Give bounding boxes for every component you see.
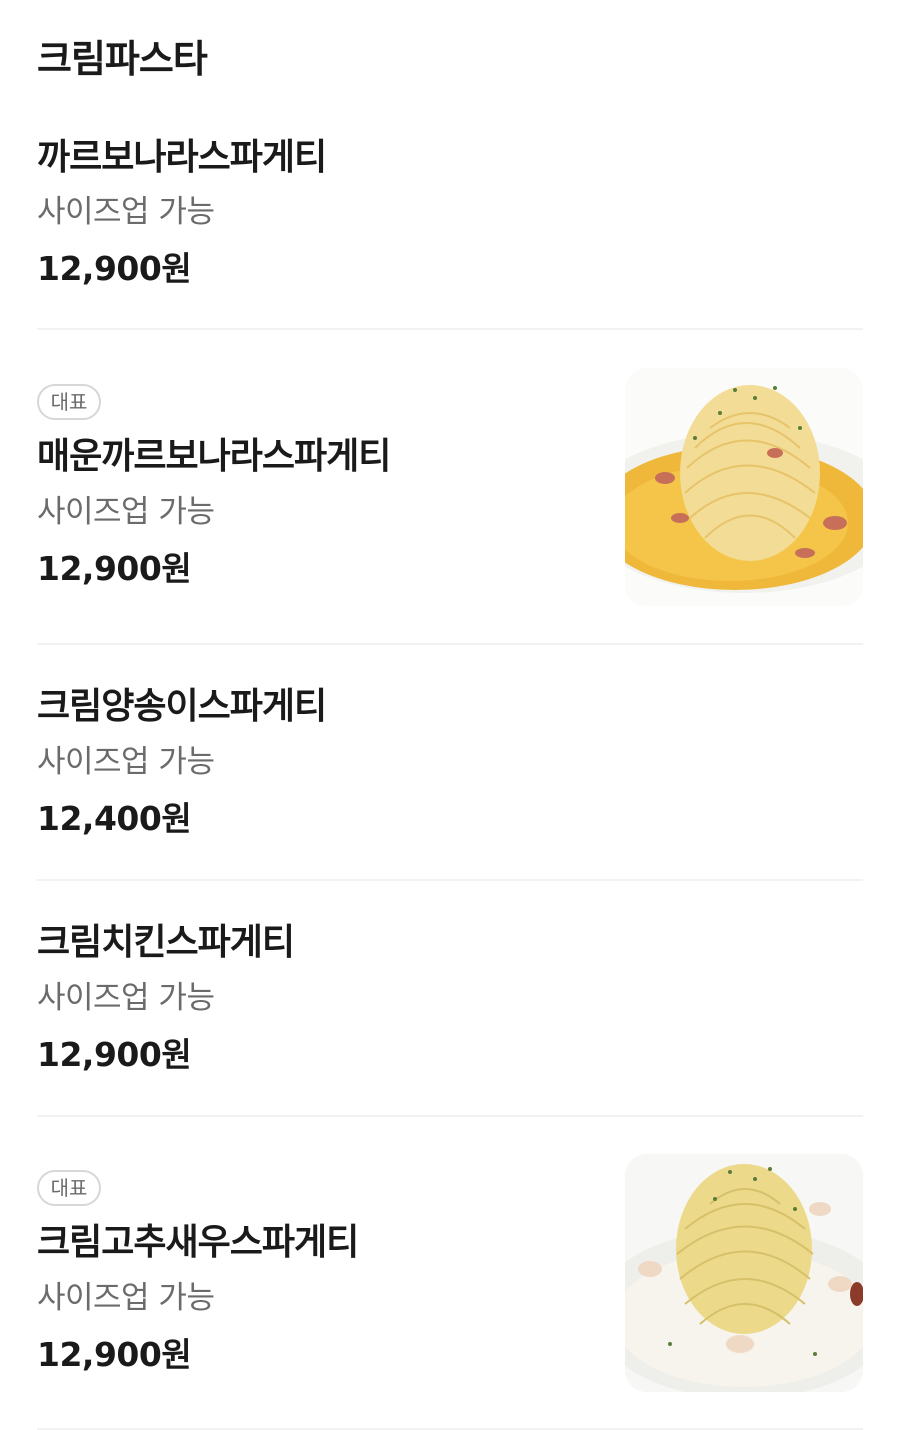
menu-item-price: 12,900원 — [37, 1035, 192, 1074]
menu-item[interactable]: 대표 매운까르보나라스파게티 사이즈업 가능 12,900원 — [37, 330, 863, 645]
menu-item-name: 크림치킨스파게티 — [37, 922, 295, 963]
menu-item-price: 12,900원 — [37, 1335, 192, 1374]
menu-item-photo[interactable] — [625, 368, 863, 606]
menu-item-price: 12,400원 — [37, 799, 192, 838]
cream-shrimp-pasta-photo-icon — [625, 1154, 863, 1392]
menu-item-name: 까르보나라스파게티 — [37, 137, 327, 178]
menu-item-photo[interactable] — [625, 1154, 863, 1392]
menu-item-name: 크림고추새우스파게티 — [37, 1222, 359, 1263]
menu-category-page: 크림파스타 까르보나라스파게티 사이즈업 가능 12,900원 대표 매운까르보… — [0, 0, 900, 1430]
signature-badge: 대표 — [37, 384, 101, 420]
menu-item-description: 사이즈업 가능 — [37, 194, 215, 230]
menu-item[interactable]: 대표 크림고추새우스파게티 사이즈업 가능 12,900원 — [37, 1117, 863, 1430]
category-title: 크림파스타 — [37, 37, 208, 81]
menu-item[interactable]: 크림양송이스파게티 사이즈업 가능 12,400원 — [37, 645, 863, 881]
signature-badge: 대표 — [37, 1170, 101, 1206]
menu-item[interactable]: 크림치킨스파게티 사이즈업 가능 12,900원 — [37, 881, 863, 1117]
spicy-carbonara-photo-icon — [625, 368, 863, 606]
menu-item-description: 사이즈업 가능 — [37, 980, 215, 1016]
menu-item-description: 사이즈업 가능 — [37, 494, 215, 530]
menu-item-description: 사이즈업 가능 — [37, 1280, 215, 1316]
menu-item[interactable]: 까르보나라스파게티 사이즈업 가능 12,900원 — [37, 130, 863, 330]
menu-item-name: 크림양송이스파게티 — [37, 686, 327, 727]
menu-item-description: 사이즈업 가능 — [37, 744, 215, 780]
menu-item-name: 매운까르보나라스파게티 — [37, 436, 391, 477]
menu-item-price: 12,900원 — [37, 549, 192, 588]
menu-item-price: 12,900원 — [37, 249, 192, 288]
